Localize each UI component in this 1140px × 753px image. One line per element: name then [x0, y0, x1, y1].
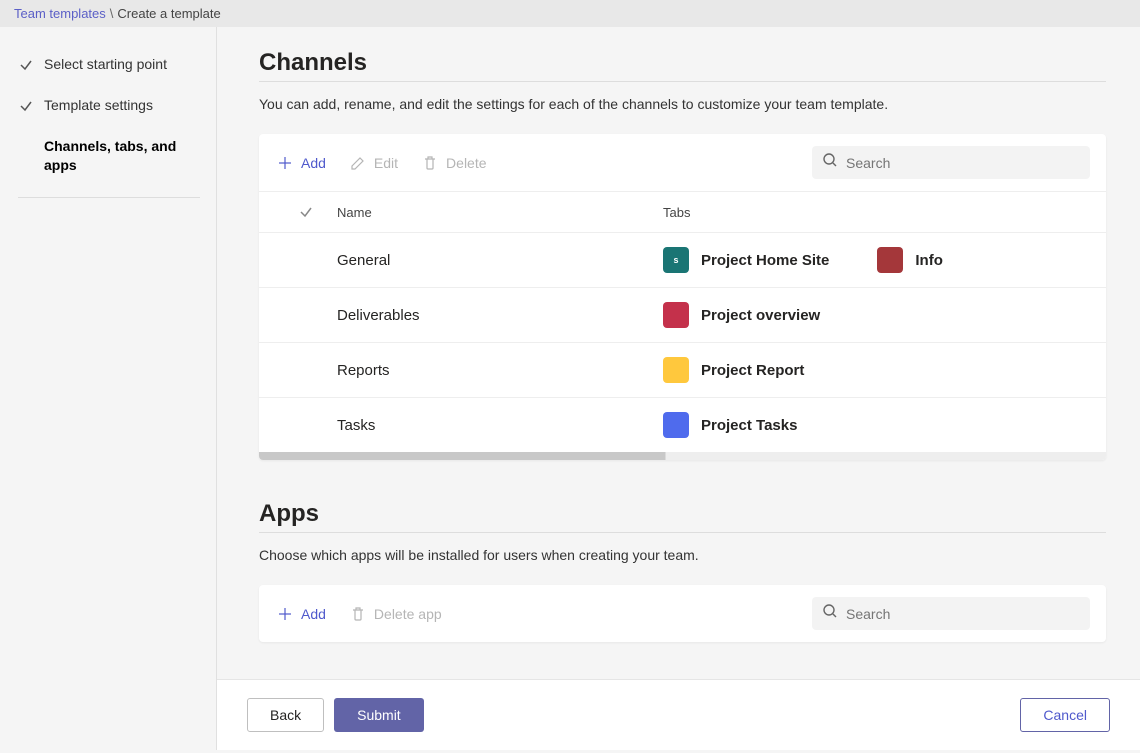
plus-icon — [277, 155, 293, 171]
delete-channel-button[interactable]: Delete — [420, 151, 488, 175]
apps-title: Apps — [259, 500, 1106, 528]
add-app-label: Add — [301, 606, 326, 622]
tab-label: Project Home Site — [701, 252, 829, 269]
app-icon — [663, 302, 689, 328]
channel-name: Deliverables — [337, 307, 663, 324]
plus-icon — [277, 606, 293, 622]
delete-app-label: Delete app — [374, 606, 442, 622]
wizard-step-label: Select starting point — [44, 55, 177, 74]
channel-row[interactable]: Deliverables Project overview — [259, 288, 1106, 343]
add-channel-label: Add — [301, 155, 326, 171]
tab-label: Project Tasks — [701, 417, 797, 434]
wizard-step-label: Channels, tabs, and apps — [44, 137, 200, 175]
channel-tabs-cell: s Project Home Site Info — [663, 247, 1090, 273]
select-all-checkbox[interactable] — [275, 204, 337, 220]
channels-toolbar: Add Edit Delete — [259, 134, 1106, 191]
channel-row[interactable]: Generals Project Home Site Info — [259, 233, 1106, 288]
app-icon: s — [663, 247, 689, 273]
column-header-tabs[interactable]: Tabs — [663, 205, 1090, 220]
add-app-button[interactable]: Add — [275, 602, 328, 626]
apps-underline — [259, 532, 1106, 533]
delete-channel-label: Delete — [446, 155, 486, 171]
channels-panel: Add Edit Delete — [259, 134, 1106, 460]
channels-search[interactable] — [812, 146, 1090, 179]
back-button[interactable]: Back — [247, 698, 324, 732]
apps-panel: Add Delete app — [259, 585, 1106, 642]
footer-bar: Back Submit Cancel — [217, 679, 1140, 750]
channel-name: Reports — [337, 362, 663, 379]
channel-row[interactable]: Reports Project Report — [259, 343, 1106, 398]
edit-channel-button[interactable]: Edit — [348, 151, 400, 175]
apps-search[interactable] — [812, 597, 1090, 630]
channels-table-header: Name Tabs — [259, 191, 1106, 233]
apps-search-input[interactable] — [846, 606, 1080, 622]
trash-icon — [422, 155, 438, 171]
search-icon — [822, 152, 838, 173]
apps-description: Choose which apps will be installed for … — [259, 547, 1106, 563]
breadcrumb-root-link[interactable]: Team templates — [14, 6, 106, 21]
delete-app-button[interactable]: Delete app — [348, 602, 444, 626]
channel-name: General — [337, 252, 663, 269]
breadcrumb-current: Create a template — [117, 6, 220, 21]
submit-button[interactable]: Submit — [334, 698, 424, 732]
breadcrumb: Team templates \ Create a template — [0, 0, 1140, 27]
wizard-sidebar: Select starting point Template settings … — [0, 27, 216, 750]
horizontal-scrollbar[interactable] — [259, 452, 1106, 460]
edit-channel-label: Edit — [374, 155, 398, 171]
app-icon — [663, 357, 689, 383]
search-icon — [822, 603, 838, 624]
cancel-button[interactable]: Cancel — [1020, 698, 1110, 732]
app-icon — [877, 247, 903, 273]
channel-tabs-cell: Project Report — [663, 357, 1090, 383]
channel-name: Tasks — [337, 417, 663, 434]
column-header-name[interactable]: Name — [337, 205, 663, 220]
trash-icon — [350, 606, 366, 622]
checkmark-icon — [18, 98, 34, 114]
tab-item[interactable]: Info — [877, 247, 943, 273]
tab-item[interactable]: s Project Home Site — [663, 247, 829, 273]
sidebar-divider — [18, 197, 200, 198]
tab-label: Project Report — [701, 362, 804, 379]
tab-item[interactable]: Project Report — [663, 357, 804, 383]
channel-row[interactable]: Tasks Project Tasks — [259, 398, 1106, 452]
checkmark-icon — [18, 57, 34, 73]
channel-tabs-cell: Project overview — [663, 302, 1090, 328]
wizard-step-label: Template settings — [44, 96, 163, 115]
channels-underline — [259, 81, 1106, 82]
channels-title: Channels — [259, 49, 1106, 77]
channel-tabs-cell: Project Tasks — [663, 412, 1090, 438]
apps-toolbar: Add Delete app — [259, 585, 1106, 642]
tab-label: Info — [915, 252, 943, 269]
pencil-icon — [350, 155, 366, 171]
tab-item[interactable]: Project overview — [663, 302, 820, 328]
wizard-step[interactable]: Template settings — [18, 96, 200, 115]
tab-label: Project overview — [701, 307, 820, 324]
wizard-step[interactable]: Select starting point — [18, 55, 200, 74]
app-icon — [663, 412, 689, 438]
wizard-step[interactable]: Channels, tabs, and apps — [18, 137, 200, 175]
tab-item[interactable]: Project Tasks — [663, 412, 797, 438]
main-content: Channels You can add, rename, and edit t… — [216, 27, 1140, 750]
breadcrumb-separator: \ — [110, 6, 114, 21]
channels-description: You can add, rename, and edit the settin… — [259, 96, 1106, 112]
channels-search-input[interactable] — [846, 155, 1080, 171]
add-channel-button[interactable]: Add — [275, 151, 328, 175]
